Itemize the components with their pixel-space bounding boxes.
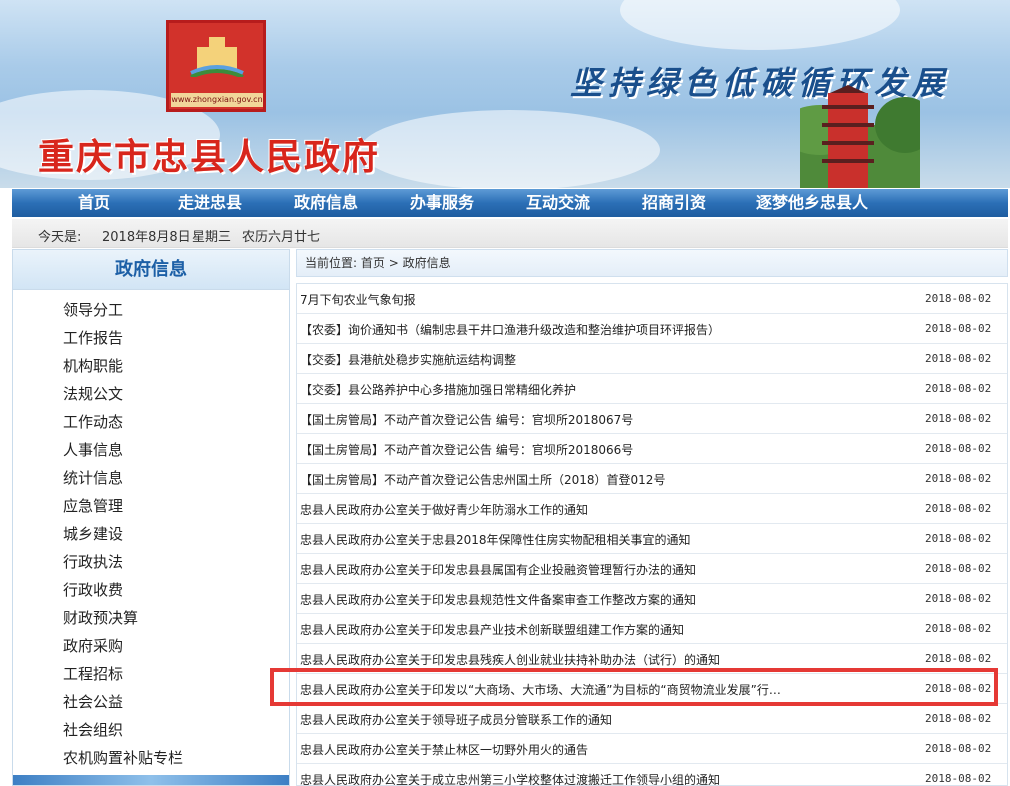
article-title-link[interactable]: 忠县人民政府办公室关于领导班子成员分管联系工作的通知 [300, 711, 612, 728]
sidebar-item[interactable]: 城乡建设 [13, 520, 289, 548]
list-item: 【国土房管局】不动产首次登记公告忠州国土所（2018）首登012号 2018-08… [297, 464, 1007, 494]
sidebar-item[interactable]: 社会组织 [13, 716, 289, 744]
article-title-link[interactable]: 7月下旬农业气象旬报 [300, 291, 416, 308]
list-item: 【农委】询价通知书（编制忠县干井口渔港升级改造和整治维护项目环评报告） 2018-… [297, 314, 1007, 344]
sidebar-item[interactable]: 人事信息 [13, 436, 289, 464]
article-date: 2018-08-02 [925, 772, 992, 785]
article-date: 2018-08-02 [925, 562, 992, 575]
date-bar: 今天是: 2018年8月8日 星期三 农历六月廿七 [12, 219, 1008, 248]
list-item: 忠县人民政府办公室关于印发忠县县属国有企业投融资管理暂行办法的通知 2018-08… [297, 554, 1007, 584]
sidebar-item[interactable]: 政府采购 [13, 632, 289, 660]
sidebar-item[interactable]: 机构职能 [13, 352, 289, 380]
list-item: 【交委】县港航处稳步实施航运结构调整 2018-08-02 [297, 344, 1007, 374]
sidebar-item[interactable]: 统计信息 [13, 464, 289, 492]
date-value: 2018年8月8日 [102, 230, 191, 245]
breadcrumb-label: 当前位置: [305, 256, 358, 270]
article-title-link[interactable]: 忠县人民政府办公室关于做好青少年防溺水工作的通知 [300, 501, 588, 518]
article-title-link[interactable]: 【农委】询价通知书（编制忠县干井口渔港升级改造和整治维护项目环评报告） [300, 321, 720, 338]
article-date: 2018-08-02 [925, 382, 992, 395]
article-title-link[interactable]: 忠县人民政府办公室关于成立忠州第三小学校整体过渡搬迁工作领导小组的通知 [300, 771, 720, 785]
main-nav: 首页 走进忠县 政府信息 办事服务 互动交流 招商引资 逐梦他乡忠县人 [12, 189, 1008, 217]
sidebar-item[interactable]: 农机购置补贴专栏 [13, 744, 289, 772]
nav-item-about[interactable]: 走进忠县 [178, 189, 242, 217]
building-icon [190, 37, 244, 77]
article-date: 2018-08-02 [925, 472, 992, 485]
article-title-link[interactable]: 忠县人民政府办公室关于印发以“大商场、大市场、大流通”为目标的“商贸物流业发展”… [300, 681, 781, 698]
nav-item-interaction[interactable]: 互动交流 [526, 189, 590, 217]
nav-item-home[interactable]: 首页 [78, 189, 110, 217]
sidebar-item[interactable]: 行政收费 [13, 576, 289, 604]
cloud-decoration [360, 110, 660, 188]
article-date: 2018-08-02 [925, 322, 992, 335]
nav-item-investment[interactable]: 招商引资 [642, 189, 706, 217]
sidebar-item[interactable]: 应急管理 [13, 492, 289, 520]
article-date: 2018-08-02 [925, 622, 992, 635]
article-date: 2018-08-02 [925, 352, 992, 365]
list-item: 忠县人民政府办公室关于印发忠县规范性文件备案审查工作整改方案的通知 2018-08… [297, 584, 1007, 614]
article-date: 2018-08-02 [925, 742, 992, 755]
list-item: 7月下旬农业气象旬报 2018-08-02 [297, 284, 1007, 314]
breadcrumb-current: 政府信息 [402, 256, 451, 270]
list-item: 忠县人民政府办公室关于成立忠州第三小学校整体过渡搬迁工作领导小组的通知 2018-… [297, 764, 1007, 785]
article-title-link[interactable]: 【国土房管局】不动产首次登记公告 编号：官坝所2018066号 [300, 441, 633, 458]
sidebar-title: 政府信息 [13, 250, 289, 290]
list-item: 【国土房管局】不动产首次登记公告 编号：官坝所2018067号 2018-08-0… [297, 404, 1007, 434]
list-item: 忠县人民政府办公室关于做好青少年防溺水工作的通知 2018-08-02 [297, 494, 1007, 524]
sidebar-list: 领导分工 工作报告 机构职能 法规公文 工作动态 人事信息 统计信息 应急管理 … [13, 296, 289, 772]
nav-item-services[interactable]: 办事服务 [410, 189, 474, 217]
site-logo[interactable]: www.zhongxian.gov.cn [166, 20, 266, 112]
header-banner: www.zhongxian.gov.cn 重庆市忠县人民政府 坚持绿色低碳循环发… [0, 0, 1010, 188]
article-date: 2018-08-02 [925, 682, 992, 695]
pagoda-illustration [800, 85, 920, 188]
site-title: 重庆市忠县人民政府 [38, 136, 381, 178]
article-list: 7月下旬农业气象旬报 2018-08-02 【农委】询价通知书（编制忠县干井口渔港… [296, 283, 1008, 786]
article-title-link[interactable]: 忠县人民政府办公室关于印发忠县规范性文件备案审查工作整改方案的通知 [300, 591, 696, 608]
article-title-link[interactable]: 忠县人民政府办公室关于印发忠县产业技术创新联盟组建工作方案的通知 [300, 621, 684, 638]
sidebar-item[interactable]: 财政预决算 [13, 604, 289, 632]
list-item: 忠县人民政府办公室关于印发忠县残疾人创业就业扶持补助办法（试行）的通知 2018-… [297, 644, 1007, 674]
article-date: 2018-08-02 [925, 292, 992, 305]
list-item: 忠县人民政府办公室关于领导班子成员分管联系工作的通知 2018-08-02 [297, 704, 1007, 734]
article-date: 2018-08-02 [925, 412, 992, 425]
article-title-link[interactable]: 忠县人民政府办公室关于禁止林区一切野外用火的通告 [300, 741, 588, 758]
sidebar-item[interactable]: 工作动态 [13, 408, 289, 436]
article-date: 2018-08-02 [925, 532, 992, 545]
weekday-value: 星期三 [192, 230, 232, 245]
sidebar-item[interactable]: 行政执法 [13, 548, 289, 576]
article-title-link[interactable]: 忠县人民政府办公室关于印发忠县县属国有企业投融资管理暂行办法的通知 [300, 561, 696, 578]
sidebar: 政府信息 领导分工 工作报告 机构职能 法规公文 工作动态 人事信息 统计信息 … [12, 249, 290, 786]
article-title-link[interactable]: 【交委】县公路养护中心多措施加强日常精细化养护 [300, 381, 576, 398]
nav-item-gov-info[interactable]: 政府信息 [294, 189, 358, 217]
article-title-link[interactable]: 【国土房管局】不动产首次登记公告忠州国土所（2018）首登012号 [300, 471, 665, 488]
list-item: 忠县人民政府办公室关于禁止林区一切野外用火的通告 2018-08-02 [297, 734, 1007, 764]
sidebar-item[interactable]: 工程招标 [13, 660, 289, 688]
list-item: 【国土房管局】不动产首次登记公告 编号：官坝所2018066号 2018-08-0… [297, 434, 1007, 464]
nav-item-hometown[interactable]: 逐梦他乡忠县人 [756, 189, 868, 217]
article-title-link[interactable]: 【国土房管局】不动产首次登记公告 编号：官坝所2018067号 [300, 411, 633, 428]
sidebar-item[interactable]: 法规公文 [13, 380, 289, 408]
sidebar-item[interactable]: 社会公益 [13, 688, 289, 716]
list-item: 【交委】县公路养护中心多措施加强日常精细化养护 2018-08-02 [297, 374, 1007, 404]
date-label: 今天是: [38, 230, 82, 245]
sidebar-item[interactable]: 领导分工 [13, 296, 289, 324]
article-title-link[interactable]: 忠县人民政府办公室关于印发忠县残疾人创业就业扶持补助办法（试行）的通知 [300, 651, 720, 668]
article-date: 2018-08-02 [925, 592, 992, 605]
logo-url-text: www.zhongxian.gov.cn [171, 93, 263, 107]
lunar-date: 农历六月廿七 [242, 230, 321, 245]
article-date: 2018-08-02 [925, 442, 992, 455]
article-date: 2018-08-02 [925, 502, 992, 515]
article-date: 2018-08-02 [925, 712, 992, 725]
list-item: 忠县人民政府办公室关于印发忠县产业技术创新联盟组建工作方案的通知 2018-08-… [297, 614, 1007, 644]
list-item: 忠县人民政府办公室关于印发以“大商场、大市场、大流通”为目标的“商贸物流业发展”… [297, 674, 1007, 704]
breadcrumb-separator: > [388, 256, 399, 270]
cloud-decoration [620, 0, 900, 50]
article-title-link[interactable]: 忠县人民政府办公室关于忠县2018年保障性住房实物配租相关事宜的通知 [300, 531, 691, 548]
breadcrumb-home-link[interactable]: 首页 [361, 256, 385, 270]
article-date: 2018-08-02 [925, 652, 992, 665]
breadcrumb: 当前位置: 首页 > 政府信息 [296, 249, 1008, 277]
sidebar-footer-banner [13, 775, 289, 785]
article-title-link[interactable]: 【交委】县港航处稳步实施航运结构调整 [300, 351, 516, 368]
sidebar-item[interactable]: 工作报告 [13, 324, 289, 352]
list-item: 忠县人民政府办公室关于忠县2018年保障性住房实物配租相关事宜的通知 2018-0… [297, 524, 1007, 554]
